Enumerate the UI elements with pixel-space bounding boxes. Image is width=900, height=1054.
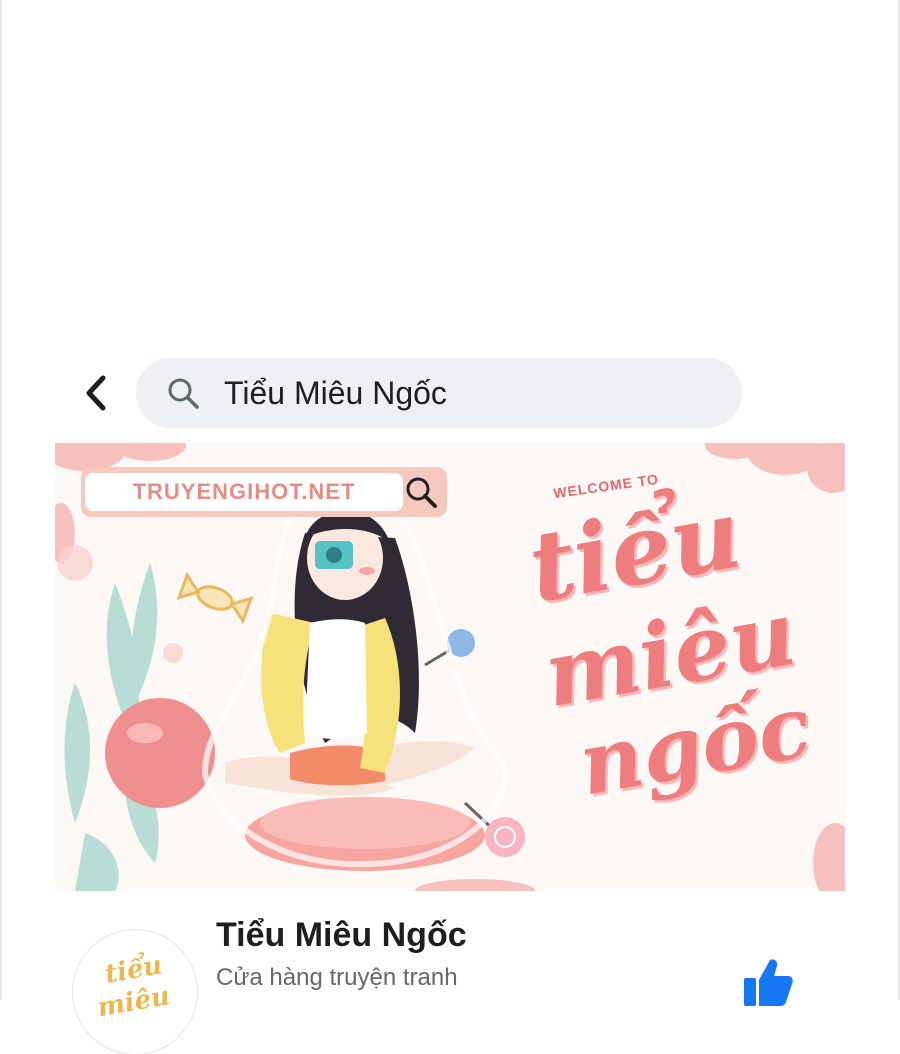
search-bar[interactable]: Tiểu Miêu Ngốc	[136, 358, 742, 428]
frame-edge-left	[0, 0, 2, 1000]
back-button[interactable]	[78, 372, 114, 414]
search-icon	[406, 477, 437, 508]
cover-image[interactable]: TRUYENGIHOT.NET WELCOME TO tiểu miêu ngố…	[55, 443, 845, 891]
site-search-pill: TRUYENGIHOT.NET	[81, 467, 447, 517]
site-label: TRUYENGIHOT.NET	[132, 479, 356, 504]
search-icon	[168, 378, 199, 409]
search-input[interactable]: Tiểu Miêu Ngốc	[224, 375, 447, 411]
page-avatar[interactable]: tiểu miêu	[73, 930, 197, 1054]
page-name[interactable]: Tiểu Miêu Ngốc	[216, 916, 467, 955]
avatar-logo: tiểu miêu	[95, 948, 172, 1023]
page-category: Cửa hàng truyện tranh	[216, 964, 458, 991]
chevron-left-icon	[86, 375, 106, 411]
cover-script-title: tiểu miêu ngốc	[475, 476, 835, 815]
